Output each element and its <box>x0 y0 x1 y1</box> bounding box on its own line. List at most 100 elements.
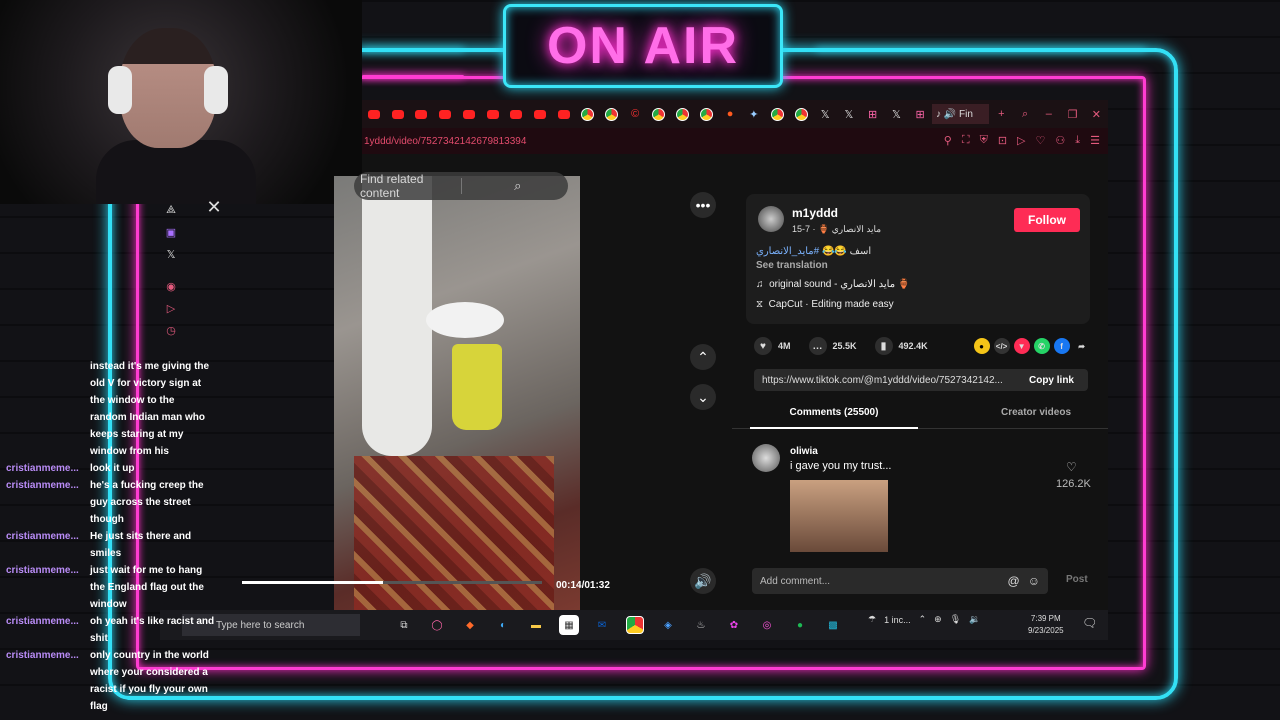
player-icon[interactable]: ◉ <box>166 280 176 293</box>
restore-icon[interactable]: ❐ <box>1061 104 1085 124</box>
chat-username[interactable]: cristianmeme... <box>6 647 79 664</box>
spotify-icon[interactable]: ● <box>790 615 810 635</box>
tab-x[interactable]: 𝕏 <box>885 104 909 124</box>
minimize-icon[interactable]: – <box>1037 104 1061 124</box>
tab-youtube[interactable] <box>481 104 505 124</box>
tab-youtube[interactable] <box>362 104 386 124</box>
add-comment-input[interactable]: Add comment... @ ☺ <box>752 568 1048 594</box>
tab-youtube[interactable] <box>528 104 552 124</box>
commenter-avatar[interactable] <box>752 444 780 472</box>
video-progress-bar[interactable] <box>242 581 542 584</box>
notification-icon[interactable]: 🗨 <box>1082 616 1097 630</box>
chat-username[interactable]: cristianmeme... <box>6 562 79 579</box>
edge-icon[interactable]: ◐ <box>493 615 513 635</box>
tab-youtube[interactable] <box>552 104 576 124</box>
tab-google[interactable] <box>695 104 719 124</box>
close-window-icon[interactable]: ✕ <box>1084 104 1108 124</box>
tab-youtube[interactable] <box>386 104 410 124</box>
whatsapp-icon[interactable]: ✆ <box>1033 338 1050 354</box>
mention-icon[interactable]: @ <box>1008 574 1028 588</box>
download-icon[interactable]: ⤓ <box>1075 134 1080 147</box>
tab-copyright[interactable]: © <box>623 104 647 124</box>
tab-google[interactable] <box>647 104 671 124</box>
tab-x[interactable]: 𝕏 <box>813 104 837 124</box>
tab-x[interactable]: 𝕏 <box>837 104 861 124</box>
like-icon[interactable]: ♥ <box>754 337 772 355</box>
chrome-icon[interactable] <box>625 615 645 635</box>
task-view-icon[interactable]: ⧉ <box>394 615 414 635</box>
tab-grid[interactable]: ⊞ <box>861 104 885 124</box>
see-translation-link[interactable]: See translation <box>756 260 828 271</box>
volume-icon[interactable]: 🔊 <box>690 568 716 594</box>
more-options-icon[interactable]: ••• <box>690 192 716 218</box>
tab-grid[interactable]: ⊞ <box>908 104 932 124</box>
crop-icon[interactable]: ⛶ <box>962 134 970 147</box>
sound-link[interactable]: ♫ original sound - مايد الانصاري 🏺 <box>756 279 910 290</box>
app-icon[interactable]: ◈ <box>658 615 678 635</box>
chevron-up-icon[interactable]: ⌃ <box>919 614 927 625</box>
weather-icon[interactable]: ☂ <box>868 614 876 625</box>
next-video-button[interactable]: ⌄ <box>690 384 716 410</box>
app-icon[interactable]: ▩ <box>823 615 843 635</box>
tab-youtube[interactable] <box>457 104 481 124</box>
shield-icon[interactable]: ⛨ <box>980 134 988 147</box>
previous-video-button[interactable]: ⌃ <box>690 344 716 370</box>
follow-button[interactable]: Follow <box>1014 208 1080 232</box>
tab-google[interactable] <box>790 104 814 124</box>
search-icon[interactable]: ⌕ <box>460 178 569 194</box>
app-icon[interactable]: ◎ <box>757 615 777 635</box>
address-bar[interactable]: 1yddd/video/7527342142679813394 ⚲ ⛶ ⛨ ⊡ … <box>362 128 1108 154</box>
speaker-icon[interactable]: 🔉 <box>969 614 980 625</box>
bookmark-icon[interactable]: ▮ <box>874 337 893 355</box>
embed-icon[interactable]: </> <box>993 338 1010 354</box>
tab-gemini[interactable]: ✦ <box>742 104 766 124</box>
menu-icon[interactable]: ☰ <box>1090 134 1100 147</box>
tab-google[interactable] <box>576 104 600 124</box>
new-tab-button[interactable]: + <box>989 104 1013 124</box>
send-icon[interactable]: ▷ <box>167 302 175 315</box>
commenter-name[interactable]: oliwia <box>790 446 818 457</box>
file-explorer-icon[interactable]: ▬ <box>526 615 546 635</box>
profile-icon[interactable]: ⚇ <box>1055 134 1065 147</box>
chat-username[interactable]: cristianmeme... <box>6 477 79 494</box>
taskbar-clock[interactable]: 7:39 PM 9/23/2025 <box>1028 613 1064 637</box>
tab-youtube[interactable] <box>433 104 457 124</box>
close-video-icon[interactable]: ✕ <box>204 198 224 218</box>
pin-icon[interactable]: ⚲ <box>944 134 952 147</box>
heart-icon[interactable]: ♡ <box>1036 134 1046 147</box>
outlook-icon[interactable]: ✉ <box>592 615 612 635</box>
search-tabs-icon[interactable]: ⌕ <box>1013 104 1037 124</box>
opera-icon[interactable]: ◯ <box>427 615 447 635</box>
video-player[interactable] <box>334 176 580 610</box>
author-avatar[interactable] <box>758 206 784 232</box>
tab-youtube[interactable] <box>505 104 529 124</box>
microphone-icon[interactable]: 🎙 <box>950 614 961 625</box>
sidebar-a-icon[interactable]: ⟁ <box>166 204 176 217</box>
hashtag-link[interactable]: #مايد_الانصاري <box>756 246 819 257</box>
network-icon[interactable]: ⊕ <box>934 614 942 625</box>
coin-icon[interactable]: ● <box>973 338 990 354</box>
tab-google[interactable] <box>600 104 624 124</box>
cast-icon[interactable]: ⊡ <box>998 134 1007 147</box>
tab-youtube[interactable] <box>410 104 434 124</box>
video-link-box[interactable]: https://www.tiktok.com/@m1yddd/video/752… <box>754 369 1088 391</box>
chat-username[interactable]: cristianmeme... <box>6 613 79 630</box>
share-arrow-icon[interactable]: ➦ <box>1074 338 1090 354</box>
play-icon[interactable]: ▷ <box>1017 134 1025 147</box>
copy-link-button[interactable]: Copy link <box>1029 375 1088 386</box>
tray-text[interactable]: 1 inc... <box>884 615 911 625</box>
chat-username[interactable]: cristianmeme... <box>6 528 79 545</box>
tab-google[interactable] <box>671 104 695 124</box>
tab-google[interactable] <box>766 104 790 124</box>
history-icon[interactable]: ◷ <box>166 324 176 337</box>
copilot-icon[interactable]: ◆ <box>460 615 480 635</box>
comment-icon[interactable]: … <box>808 337 827 355</box>
twitch-icon[interactable]: ▣ <box>166 226 176 239</box>
facebook-icon[interactable]: f <box>1053 338 1070 354</box>
tab-tiktok-active[interactable]: ♪ 🔊 Fin <box>932 104 990 124</box>
tab-comments[interactable]: Comments (25500) <box>750 402 918 429</box>
tab-creator-videos[interactable]: Creator videos <box>952 402 1120 424</box>
comment-like-icon[interactable]: ♡ <box>1066 460 1077 474</box>
author-username[interactable]: m1yddd <box>792 206 838 220</box>
chat-username[interactable]: cristianmeme... <box>6 460 79 477</box>
